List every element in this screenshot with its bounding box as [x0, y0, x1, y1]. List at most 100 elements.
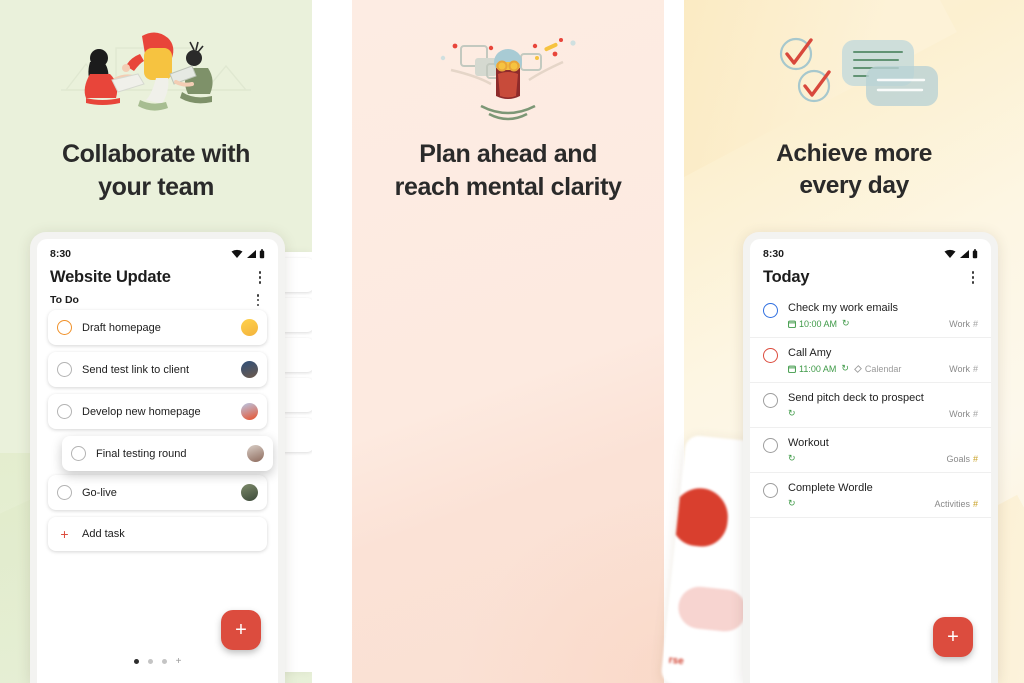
panel-gap [312, 0, 353, 683]
avatar [241, 403, 258, 421]
task-meta-left: 10:00 AM ↻ [788, 318, 949, 329]
section-label: To Do [50, 294, 79, 307]
repeat-icon: ↻ [788, 498, 796, 508]
repeat-icon: ↻ [842, 318, 850, 328]
task-title: Check my work emails [788, 302, 899, 314]
pager-dot[interactable] [147, 659, 153, 664]
checkbox-icon[interactable] [763, 438, 778, 453]
project-label[interactable]: Activities # [934, 499, 978, 509]
signal-icon [246, 250, 256, 258]
checkbox-icon[interactable] [763, 483, 778, 498]
page-title: Today [763, 268, 810, 286]
app-bar-3: Today [750, 262, 991, 291]
headline-collaborate: Collaborate with your team [0, 138, 312, 203]
signal-icon [959, 250, 969, 258]
phone-screen-3: 8:30 Today Check my work emails 10:00 AM… [750, 239, 991, 683]
more-options-icon[interactable] [966, 271, 980, 284]
calendar-source: Calendar [854, 364, 901, 374]
task-row[interactable]: Send test link to client [48, 352, 267, 388]
phone-screen-1: 8:30 Website Update To Do Draft homepage… [37, 239, 278, 683]
task-meta-left: ↻ [788, 453, 946, 464]
pager-add-icon[interactable]: + [176, 657, 182, 667]
checkbox-icon[interactable] [71, 446, 86, 462]
task-title: Develop new homepage [82, 405, 201, 418]
wifi-icon [944, 249, 956, 258]
status-bar-1: 8:30 [37, 239, 278, 262]
add-fab-button[interactable]: + [221, 610, 261, 650]
task-meta: 11:00 AM ↻ Calendar Work # [788, 363, 978, 374]
task-row[interactable]: Develop new homepage [48, 394, 267, 430]
page-title: Website Update [50, 268, 171, 286]
pager-dot-active[interactable] [133, 659, 139, 664]
background-phone-text: rse [668, 654, 685, 668]
task-title: Final testing round [96, 447, 187, 460]
section-more-icon[interactable] [251, 294, 265, 307]
hash-icon: # [972, 408, 978, 419]
task-meta: 10:00 AM ↻ Work # [788, 318, 978, 329]
screenshot-root: Collaborate with your team 8:30 Website … [0, 0, 1024, 683]
project-label[interactable]: Goals # [946, 454, 978, 464]
hash-icon: # [972, 498, 978, 509]
checkbox-icon[interactable] [57, 404, 72, 420]
kanban-section-header: To Do [37, 291, 278, 310]
pager-dot[interactable] [161, 659, 167, 664]
task-meta-left: ↻ [788, 498, 934, 509]
task-row[interactable]: Send pitch deck to prospect ↻ Work # [750, 383, 991, 428]
calendar-icon [788, 320, 796, 328]
task-row[interactable]: Call Amy 11:00 AM ↻ Calendar Work # [750, 338, 991, 383]
task-meta: ↻ Work # [788, 408, 978, 419]
checkbox-icon[interactable] [763, 393, 778, 408]
calendar-icon [788, 365, 796, 373]
task-row-dragging[interactable]: Final testing round [62, 436, 273, 472]
task-row[interactable]: Go-live [48, 475, 267, 511]
task-row[interactable]: Complete Wordle ↻ Activities # [750, 473, 991, 518]
due-time: 11:00 AM [788, 364, 836, 374]
tag-icon [854, 364, 862, 373]
hash-icon: # [972, 363, 978, 374]
status-bar-3: 8:30 [750, 239, 991, 262]
task-title: Draft homepage [82, 321, 161, 334]
status-time: 8:30 [763, 248, 785, 260]
hero-illustration-collaborate [0, 18, 312, 138]
headline-line-2: reach mental clarity [394, 172, 622, 201]
hero-illustration-achieve [684, 18, 1024, 138]
phone-mockup-collaborate: 8:30 Website Update To Do Draft homepage… [30, 232, 285, 683]
task-body: Send pitch deck to prospect ↻ Work # [788, 392, 978, 419]
add-task-button[interactable]: + Add task [48, 517, 267, 552]
more-options-icon[interactable] [253, 271, 267, 284]
checkbox-icon[interactable] [57, 320, 72, 336]
checkbox-icon[interactable] [57, 485, 72, 501]
pagination-dots[interactable]: + [37, 657, 278, 667]
task-title: Workout [788, 437, 829, 449]
task-body: Complete Wordle ↻ Activities # [788, 482, 978, 509]
repeat-icon: ↻ [788, 408, 796, 418]
due-time: 10:00 AM [788, 319, 837, 329]
hash-icon: # [972, 318, 978, 329]
headline-line-1: Collaborate with [62, 140, 251, 168]
panel-collaborate: Collaborate with your team 8:30 Website … [0, 0, 313, 683]
project-label[interactable]: Work # [949, 364, 978, 374]
checkbox-icon[interactable] [763, 303, 778, 318]
task-title: Go-live [82, 486, 117, 499]
task-body: Workout ↻ Goals # [788, 437, 978, 464]
headline-plan-ahead: Plan ahead and reach mental clarity [352, 138, 664, 203]
checkbox-icon[interactable] [57, 362, 72, 378]
task-row[interactable]: Workout ↻ Goals # [750, 428, 991, 473]
repeat-icon: ↻ [841, 363, 849, 373]
project-label[interactable]: Work # [949, 409, 978, 419]
panel-plan-ahead: Plan ahead and reach mental clarity 11:0… [352, 0, 665, 683]
app-bar-1: Website Update [37, 262, 278, 291]
project-name: Work [949, 363, 970, 374]
task-row[interactable]: Check my work emails 10:00 AM ↻ Work # [750, 293, 991, 338]
hero-illustration-plan [352, 18, 664, 138]
avatar [247, 445, 264, 463]
checkbox-icon[interactable] [763, 348, 778, 363]
task-row[interactable]: Draft homepage [48, 310, 267, 346]
project-label[interactable]: Work # [949, 319, 978, 329]
plus-icon: + [60, 526, 69, 543]
headline-achieve-more: Achieve more every day [684, 138, 1024, 202]
add-fab-button[interactable]: + [933, 617, 973, 657]
task-title: Send pitch deck to prospect [788, 392, 924, 404]
status-time: 8:30 [50, 248, 72, 260]
hash-icon: # [972, 453, 978, 464]
